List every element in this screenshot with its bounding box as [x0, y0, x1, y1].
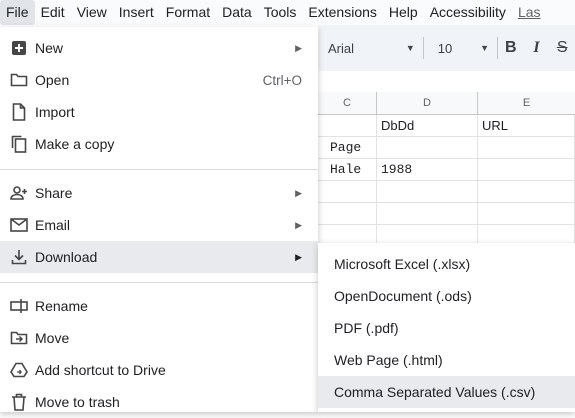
menu-item-share[interactable]: Share ▶	[0, 177, 318, 209]
cell-e3[interactable]	[478, 159, 575, 181]
chevron-right-icon: ▶	[295, 251, 302, 262]
cell-c1[interactable]	[318, 115, 377, 137]
download-pdf[interactable]: PDF (.pdf)	[318, 312, 575, 344]
last-edit-link[interactable]: Las	[512, 0, 547, 25]
copy-icon	[9, 134, 29, 154]
menu-item-import[interactable]: Import	[0, 96, 318, 128]
column-header-c[interactable]: C	[318, 92, 377, 114]
font-size-select[interactable]: 10 ▼	[424, 41, 497, 56]
cell-d5[interactable]	[377, 203, 478, 225]
caret-down-icon: ▼	[480, 43, 489, 53]
menu-edit[interactable]: Edit	[35, 0, 71, 25]
file-menu: New ▶ Open Ctrl+O Import Make a copy Sha…	[0, 27, 318, 412]
strikethrough-button[interactable]: S	[549, 39, 575, 57]
menu-format[interactable]: Format	[160, 0, 216, 25]
cell-e1[interactable]: URL	[478, 115, 575, 137]
cell-c5[interactable]	[318, 203, 377, 225]
download-html[interactable]: Web Page (.html)	[318, 344, 575, 376]
column-header-e[interactable]: E	[478, 92, 575, 114]
menu-divider	[0, 282, 318, 283]
font-family-select[interactable]: Arial ▼	[318, 41, 423, 56]
menu-view[interactable]: View	[71, 0, 113, 25]
menu-accessibility[interactable]: Accessibility	[424, 0, 512, 25]
menu-item-rename[interactable]: Rename	[0, 290, 318, 322]
menu-item-add-shortcut[interactable]: Add shortcut to Drive	[0, 354, 318, 386]
cell-c2[interactable]: Page	[318, 137, 377, 159]
font-size-value: 10	[437, 40, 453, 56]
bold-button[interactable]: B	[498, 39, 524, 57]
mail-icon	[9, 215, 29, 235]
column-headers: C D E	[318, 92, 575, 115]
cell-d1[interactable]: DbDd	[377, 115, 478, 137]
file-icon	[9, 102, 29, 122]
plus-box-icon	[9, 38, 29, 58]
menu-item-email[interactable]: Email ▶	[0, 209, 318, 241]
cell-e4[interactable]	[478, 181, 575, 203]
menu-item-label: Open	[35, 72, 70, 88]
menu-item-open[interactable]: Open Ctrl+O	[0, 64, 318, 96]
cell-e5[interactable]	[478, 203, 575, 225]
menu-item-label: Rename	[35, 298, 88, 314]
menu-help[interactable]: Help	[383, 0, 424, 25]
menu-data[interactable]: Data	[216, 0, 258, 25]
menu-item-label: Move to trash	[35, 394, 120, 410]
menu-divider	[0, 169, 318, 170]
download-ods[interactable]: OpenDocument (.ods)	[318, 280, 575, 312]
chevron-right-icon: ▶	[295, 42, 302, 53]
rename-icon	[9, 296, 29, 316]
menu-item-label: New	[35, 40, 64, 56]
menu-item-move-to-trash[interactable]: Move to trash	[0, 386, 318, 418]
download-xlsx[interactable]: Microsoft Excel (.xlsx)	[318, 248, 575, 280]
download-submenu: Microsoft Excel (.xlsx) OpenDocument (.o…	[318, 243, 575, 412]
menu-file[interactable]: File	[0, 0, 35, 25]
menu-item-new[interactable]: New ▶	[0, 32, 318, 64]
download-csv[interactable]: Comma Separated Values (.csv)	[318, 376, 575, 408]
cell-c4[interactable]	[318, 181, 377, 203]
formula-bar[interactable]	[318, 71, 575, 93]
menu-item-download[interactable]: Download ▶	[0, 241, 318, 273]
column-header-d[interactable]: D	[377, 92, 478, 114]
menu-item-label: Add shortcut to Drive	[35, 362, 166, 378]
drive-shortcut-icon	[9, 360, 29, 380]
cell-e2[interactable]	[478, 137, 575, 159]
cell-c3[interactable]: Hale	[318, 159, 377, 181]
menu-item-move[interactable]: Move	[0, 322, 318, 354]
person-add-icon	[9, 183, 29, 203]
download-icon	[9, 247, 29, 267]
menu-item-label: Make a copy	[35, 136, 115, 152]
trash-icon	[9, 392, 29, 412]
shortcut-label: Ctrl+O	[262, 72, 302, 88]
menu-item-label: Email	[35, 217, 71, 233]
cell-d3[interactable]: 1988	[377, 159, 478, 181]
chevron-right-icon: ▶	[295, 219, 302, 230]
cell-d2[interactable]	[377, 137, 478, 159]
menu-item-make-a-copy[interactable]: Make a copy	[0, 128, 318, 160]
menu-tools[interactable]: Tools	[258, 0, 303, 25]
menu-item-label: Import	[35, 104, 75, 120]
caret-down-icon: ▼	[405, 43, 415, 53]
toolbar: Arial ▼ 10 ▼ B I S	[318, 25, 575, 71]
menu-insert[interactable]: Insert	[113, 0, 160, 25]
folder-icon	[9, 70, 29, 90]
menu-bar: File Edit View Insert Format Data Tools …	[0, 0, 575, 25]
font-family-value: Arial	[328, 40, 355, 56]
move-icon	[9, 328, 29, 348]
menu-extensions[interactable]: Extensions	[302, 0, 382, 25]
italic-button[interactable]: I	[524, 39, 550, 57]
menu-item-label: Download	[35, 249, 98, 265]
chevron-right-icon: ▶	[295, 187, 302, 198]
menu-item-label: Move	[35, 330, 70, 346]
sheet-grid: DbDd URL Page Hale 1988	[318, 115, 575, 247]
cell-d4[interactable]	[377, 181, 478, 203]
menu-item-label: Share	[35, 185, 73, 201]
